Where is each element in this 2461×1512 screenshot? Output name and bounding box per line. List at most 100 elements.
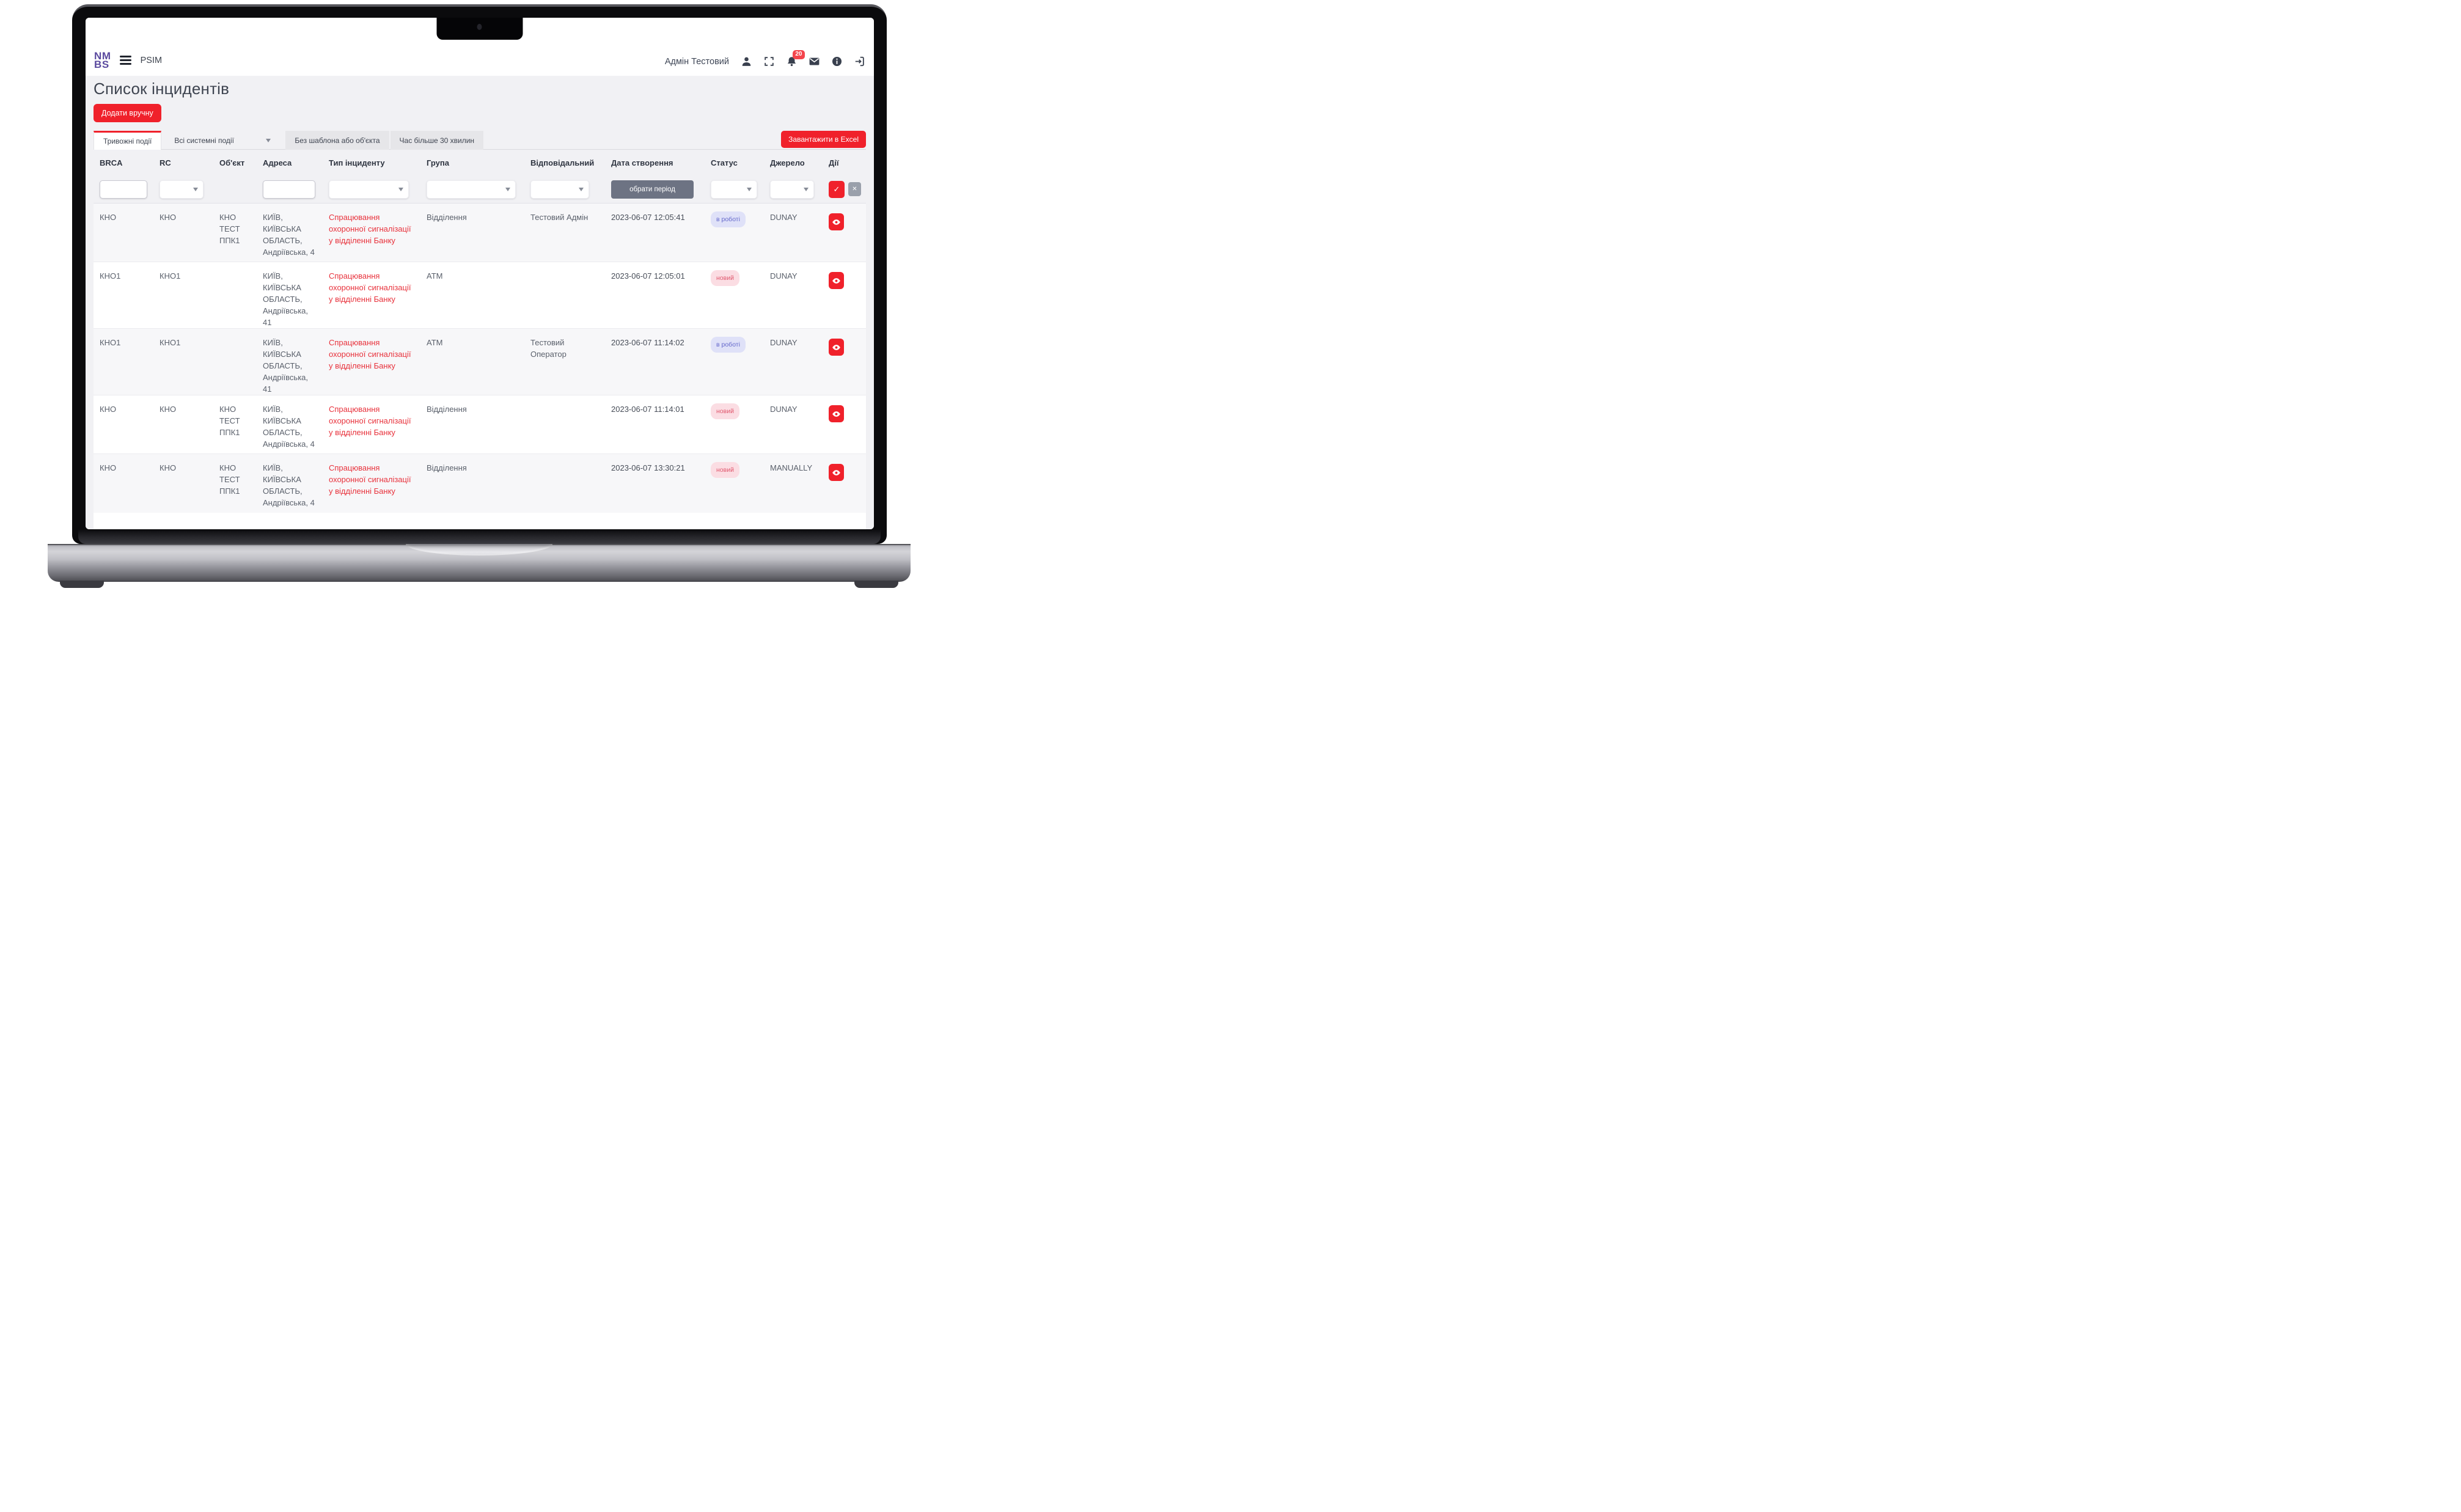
cell-created: 2023-06-07 11:14:01 — [605, 395, 705, 415]
view-incident-button[interactable] — [829, 213, 844, 230]
cell-group: ATM — [420, 262, 524, 282]
cell-rc: КНО1 — [153, 262, 213, 282]
info-icon[interactable] — [831, 56, 843, 67]
column-header-actions[interactable]: Дії — [823, 150, 866, 175]
laptop-foot-left — [60, 581, 104, 588]
cell-created: 2023-06-07 11:14:02 — [605, 329, 705, 348]
user-icon[interactable] — [741, 56, 752, 67]
filter-row: обрати період ✓ ✕ — [94, 175, 866, 204]
webcam-dot — [477, 24, 482, 30]
brca-filter-input[interactable] — [100, 180, 147, 199]
cell-brca: КНО — [94, 454, 153, 474]
cell-group: Відділення — [420, 454, 524, 474]
cell-object: КНО ТЕСТ ППК1 — [213, 454, 257, 497]
incidents-table: BRCA RC Об'єкт Адреса Тип інциденту Груп… — [94, 150, 866, 529]
chevron-down-icon — [804, 188, 809, 191]
view-incident-button[interactable] — [829, 272, 844, 289]
column-header-address[interactable]: Адреса — [257, 150, 323, 175]
chevron-down-icon — [579, 188, 584, 191]
chevron-down-icon — [747, 188, 752, 191]
notification-badge: 20 — [793, 50, 805, 59]
tab-bar: Тривожні події Всі системні події Без ша… — [94, 131, 866, 150]
chevron-down-icon — [398, 188, 403, 191]
tab-over-30-min[interactable]: Час більше 30 хвилин — [391, 131, 484, 150]
cell-rc: КНО — [153, 395, 213, 415]
cell-object: КНО ТЕСТ ППК1 — [213, 395, 257, 438]
column-header-object[interactable]: Об'єкт — [213, 150, 257, 175]
cell-source: DUNAY — [764, 329, 823, 348]
menu-icon[interactable] — [120, 56, 131, 65]
column-header-group[interactable]: Група — [420, 150, 524, 175]
chevron-down-icon — [505, 188, 510, 191]
column-header-responsible[interactable]: Відповідальний — [524, 150, 605, 175]
user-name: Адмін Тестовий — [665, 57, 729, 67]
column-header-rc[interactable]: RC — [153, 150, 213, 175]
view-incident-button[interactable] — [829, 405, 844, 422]
status-badge: в роботі — [711, 337, 746, 353]
view-incident-button[interactable] — [829, 339, 844, 356]
cell-incident-type: Спрацювання охоронної сигналізації у від… — [323, 329, 420, 372]
cell-created: 2023-06-07 12:05:01 — [605, 262, 705, 282]
cell-rc: КНО — [153, 204, 213, 223]
clear-filters-button[interactable]: ✕ — [848, 182, 861, 196]
logout-icon[interactable] — [854, 56, 865, 67]
cell-brca: КНО — [94, 395, 153, 415]
incident-type-filter-select[interactable] — [329, 180, 409, 199]
bell-icon[interactable]: 20 — [786, 56, 798, 67]
add-manual-button[interactable]: Додати вручну — [94, 104, 161, 122]
column-header-incident-type[interactable]: Тип інциденту — [323, 150, 420, 175]
cell-source: DUNAY — [764, 395, 823, 415]
rc-filter-select[interactable] — [160, 180, 204, 199]
cell-brca: КНО1 — [94, 262, 153, 282]
cell-source: DUNAY — [764, 204, 823, 223]
tab-system-events-label: Всі системні події — [174, 136, 234, 145]
source-filter-select[interactable] — [770, 180, 814, 199]
status-badge: новий — [711, 462, 739, 478]
status-badge: в роботі — [711, 211, 746, 227]
tab-alarm-events[interactable]: Тривожні події — [94, 131, 161, 150]
cell-source: MANUALLY — [764, 454, 823, 474]
hinge-shade — [78, 529, 881, 544]
status-badge: новий — [711, 403, 739, 419]
table-row: КНО1 КНО1 КИЇВ, КИЇВСЬКА ОБЛАСТЬ, Андрії… — [94, 262, 866, 329]
cell-incident-type: Спрацювання охоронної сигналізації у від… — [323, 395, 420, 438]
view-incident-button[interactable] — [829, 464, 844, 481]
column-header-created[interactable]: Дата створення — [605, 150, 705, 175]
page-title: Список інцидентів — [94, 79, 866, 98]
tab-system-events-dropdown[interactable]: Всі системні події — [165, 131, 280, 150]
laptop-mockup: NM BS PSIM Адмін Тестовий — [0, 0, 958, 589]
export-excel-button[interactable]: Завантажити в Excel — [781, 131, 866, 148]
camera-notch — [436, 18, 523, 40]
mail-icon[interactable] — [809, 56, 820, 67]
cell-responsible — [524, 262, 605, 270]
column-header-brca[interactable]: BRCA — [94, 150, 153, 175]
cell-responsible — [524, 395, 605, 403]
fullscreen-icon[interactable] — [763, 56, 775, 67]
laptop-screen: NM BS PSIM Адмін Тестовий — [72, 4, 887, 544]
cell-address: КИЇВ, КИЇВСЬКА ОБЛАСТЬ, Андріївська, 41 — [257, 329, 323, 395]
nmbs-logo: NM BS — [94, 52, 111, 68]
cell-brca: КНО1 — [94, 329, 153, 348]
tab-no-template[interactable]: Без шаблона або об'єкта — [285, 131, 389, 150]
column-header-status[interactable]: Статус — [705, 150, 764, 175]
cell-group: Відділення — [420, 204, 524, 223]
cell-address: КИЇВ, КИЇВСЬКА ОБЛАСТЬ, Андріївська, 4 — [257, 395, 323, 450]
status-badge: новий — [711, 270, 739, 286]
period-filter-button[interactable]: обрати період — [611, 180, 694, 199]
cell-address: КИЇВ, КИЇВСЬКА ОБЛАСТЬ, Андріївська, 4 — [257, 454, 323, 508]
group-filter-select[interactable] — [427, 180, 516, 199]
address-filter-input[interactable] — [263, 180, 315, 199]
cell-object — [213, 262, 257, 270]
column-header-source[interactable]: Джерело — [764, 150, 823, 175]
cell-group: Відділення — [420, 395, 524, 415]
table-header-row: BRCA RC Об'єкт Адреса Тип інциденту Груп… — [94, 150, 866, 175]
cell-source: DUNAY — [764, 262, 823, 282]
lid-scoop — [406, 544, 552, 556]
apply-filters-button[interactable]: ✓ — [829, 181, 845, 198]
chevron-down-icon — [266, 139, 271, 142]
responsible-filter-select[interactable] — [530, 180, 589, 199]
status-filter-select[interactable] — [711, 180, 757, 199]
table-row: КНО КНО КНО ТЕСТ ППК1 КИЇВ, КИЇВСЬКА ОБЛ… — [94, 454, 866, 513]
logo-line-2: BS — [94, 61, 111, 69]
cell-rc: КНО — [153, 454, 213, 474]
